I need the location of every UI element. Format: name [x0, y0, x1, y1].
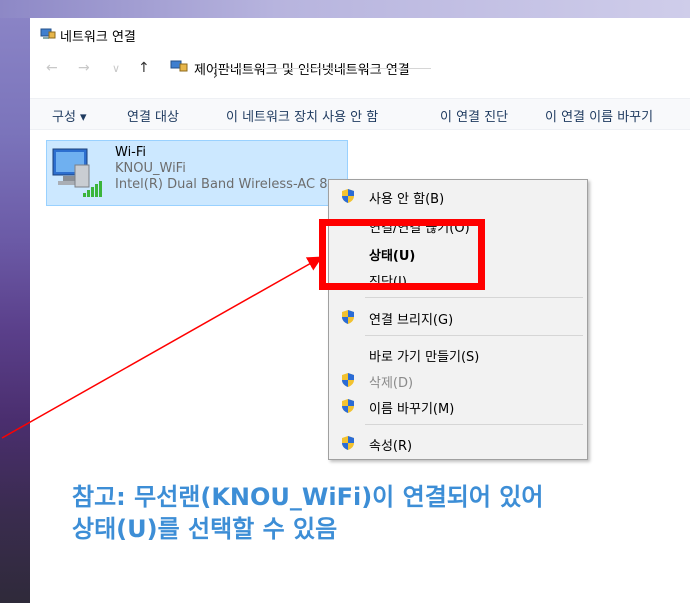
annotation-line-1: 참고: 무선랜(KNOU_WiFi)이 연결되어 있어 [72, 483, 544, 511]
annotation-line-2: 상태(U)를 선택할 수 있음 [72, 515, 338, 543]
annotation-note: 참고: 무선랜(KNOU_WiFi)이 연결되어 있어 상태(U)를 선택할 수… [72, 481, 690, 545]
